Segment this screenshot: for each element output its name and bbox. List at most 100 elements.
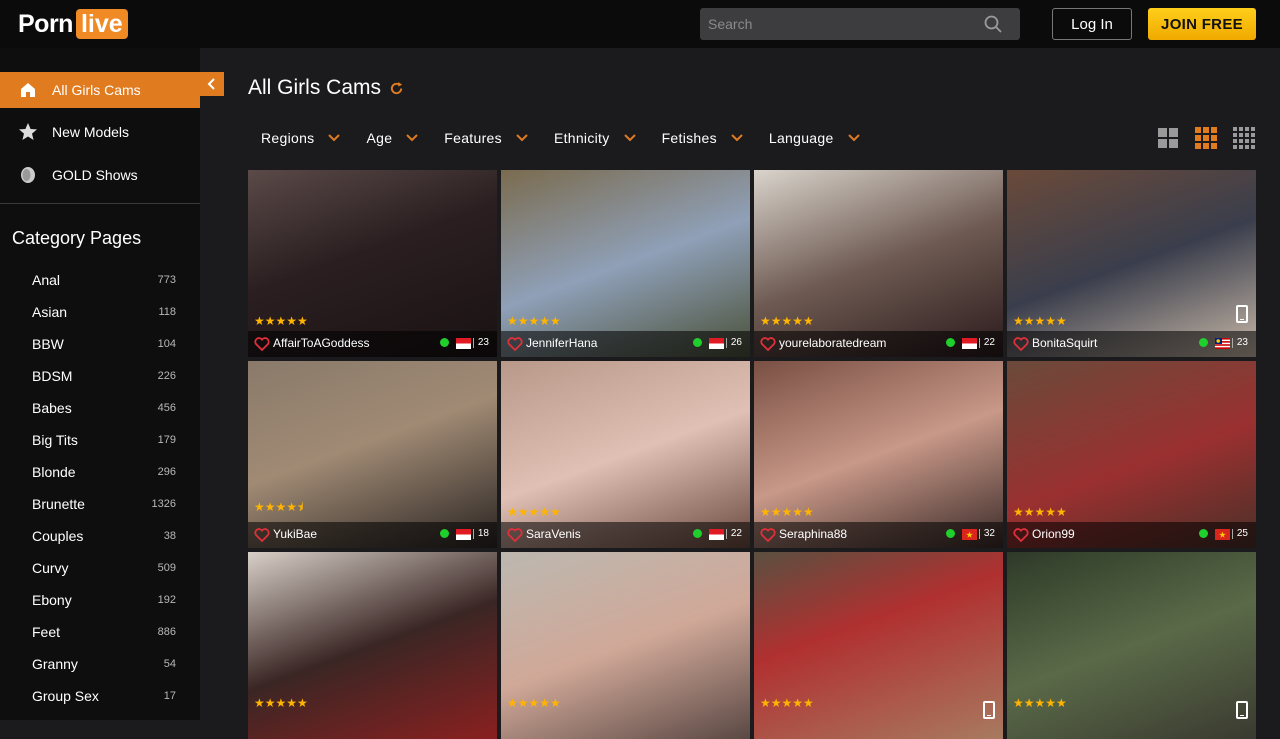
model-card[interactable]: ★★★★★ BonitaSquirt 23 [1007, 170, 1256, 357]
favorite-heart-icon[interactable] [1013, 336, 1029, 352]
favorite-heart-icon[interactable] [507, 336, 523, 352]
model-age: 26 [725, 338, 742, 348]
site-logo[interactable]: Porn live [18, 9, 128, 39]
model-username[interactable]: JenniferHana [526, 336, 597, 350]
filter-language[interactable]: Language [756, 122, 873, 154]
category-name: Curvy [32, 560, 69, 576]
model-age: 23 [472, 338, 489, 348]
category-item[interactable]: Ebony 192 [0, 584, 200, 616]
category-item[interactable]: Curvy 509 [0, 552, 200, 584]
search-icon[interactable] [984, 15, 1002, 33]
favorite-heart-icon[interactable] [254, 527, 270, 543]
category-item[interactable]: Asian 118 [0, 296, 200, 328]
refresh-icon[interactable] [389, 81, 404, 96]
model-username[interactable]: yourelaboratedream [779, 336, 886, 350]
model-thumbnail [248, 361, 497, 548]
model-card[interactable]: ★★★★★ [754, 552, 1003, 739]
model-card[interactable]: ★★★★★ [501, 552, 750, 739]
category-item[interactable]: Granny 54 [0, 648, 200, 680]
grid-large-icon[interactable] [1156, 126, 1180, 150]
search-box [700, 8, 1020, 40]
grid-size-switcher [1156, 126, 1256, 150]
model-card[interactable]: ★★★★★ [248, 552, 497, 739]
model-card[interactable]: ★★★★★ Seraphina88 32 [754, 361, 1003, 548]
model-username[interactable]: YukiBae [273, 527, 317, 541]
chevron-down-icon [328, 134, 341, 142]
nav-item-label: GOLD Shows [52, 167, 138, 183]
category-item[interactable]: Brunette 1326 [0, 488, 200, 520]
model-thumbnail [248, 552, 497, 739]
favorite-heart-icon[interactable] [1013, 527, 1029, 543]
favorite-heart-icon[interactable] [760, 336, 776, 352]
model-username[interactable]: SaraVenis [526, 527, 581, 541]
model-card[interactable]: ★★★★★ JenniferHana 26 [501, 170, 750, 357]
rating-stars: ★★★★⯨ [254, 500, 304, 514]
model-thumbnail [1007, 170, 1256, 357]
category-item[interactable]: Babes 456 [0, 392, 200, 424]
rating-stars: ★★★★★ [760, 505, 814, 519]
mobile-device-icon [1236, 701, 1248, 719]
rating-stars: ★★★★★ [507, 696, 561, 710]
category-item[interactable]: Blonde 296 [0, 456, 200, 488]
category-item[interactable]: BDSM 226 [0, 360, 200, 392]
model-thumbnail [754, 552, 1003, 739]
model-username[interactable]: AffairToAGoddess [273, 336, 370, 350]
page-title-text: All Girls Cams [248, 76, 382, 99]
join-free-button[interactable]: JOIN FREE [1148, 8, 1256, 40]
favorite-heart-icon[interactable] [760, 527, 776, 543]
search-input[interactable] [700, 8, 980, 40]
nav-item-new-models[interactable]: New Models [0, 114, 200, 150]
filter-age[interactable]: Age [353, 122, 431, 154]
sidebar-divider [0, 203, 200, 204]
category-item[interactable]: Anal 773 [0, 264, 200, 296]
model-card[interactable]: ★★★★★ SaraVenis 22 [501, 361, 750, 548]
model-username[interactable]: Orion99 [1032, 527, 1075, 541]
category-name: Couples [32, 528, 84, 544]
online-status-dot [1199, 338, 1208, 347]
nav-item-gold-shows[interactable]: GOLD Shows [0, 157, 200, 193]
model-card[interactable]: ★★★★⯨ YukiBae 18 [248, 361, 497, 548]
category-name: BDSM [32, 368, 73, 384]
model-age: 22 [978, 338, 995, 348]
star-icon [18, 122, 38, 142]
favorite-heart-icon[interactable] [507, 527, 523, 543]
category-item[interactable]: Couples 38 [0, 520, 200, 552]
rating-stars: ★★★★★ [507, 314, 561, 328]
rating-stars: ★★★★★ [1013, 696, 1067, 710]
logo-text-part2: live [75, 9, 128, 39]
model-card[interactable]: ★★★★★ AffairToAGoddess 23 [248, 170, 497, 357]
filter-ethnicity[interactable]: Ethnicity [541, 122, 649, 154]
online-status-dot [693, 529, 702, 538]
model-username[interactable]: Seraphina88 [779, 527, 847, 541]
model-thumbnail [501, 361, 750, 548]
grid-small-icon[interactable] [1232, 126, 1256, 150]
category-item[interactable]: Group Sex 17 [0, 680, 200, 712]
favorite-heart-icon[interactable] [254, 336, 270, 352]
model-username[interactable]: BonitaSquirt [1032, 336, 1097, 350]
category-item[interactable]: Big Tits 179 [0, 424, 200, 456]
rating-stars: ★★★★★ [760, 696, 814, 710]
filter-label: Regions [261, 130, 315, 146]
category-item[interactable]: Feet 886 [0, 616, 200, 648]
mobile-device-icon [1236, 305, 1248, 323]
page-title: All Girls Cams [248, 76, 404, 100]
model-card[interactable]: ★★★★★ Orion99 25 [1007, 361, 1256, 548]
filter-label: Fetishes [661, 130, 717, 146]
model-card[interactable]: ★★★★★ yourelaboratedream 22 [754, 170, 1003, 357]
country-flag-icon [709, 338, 724, 349]
filter-fetishes[interactable]: Fetishes [649, 122, 756, 154]
model-age: 18 [472, 529, 489, 539]
filter-features[interactable]: Features [431, 122, 541, 154]
chevron-down-icon [516, 134, 528, 142]
category-item[interactable]: BBW 104 [0, 328, 200, 360]
sidebar-collapse-button[interactable] [200, 72, 224, 96]
grid-medium-icon[interactable] [1194, 126, 1218, 150]
login-button[interactable]: Log In [1052, 8, 1132, 40]
nav-item-all-girls-cams[interactable]: All Girls Cams [0, 72, 200, 108]
country-flag-icon [1215, 529, 1230, 540]
model-thumbnail [1007, 361, 1256, 548]
filter-regions[interactable]: Regions [248, 122, 353, 154]
model-card[interactable]: ★★★★★ [1007, 552, 1256, 739]
top-bar: Porn live Log In JOIN FREE [0, 0, 1280, 48]
category-list: Anal 773 Asian 118 BBW 104 BDSM 226 Babes 456 Big … [0, 264, 200, 712]
